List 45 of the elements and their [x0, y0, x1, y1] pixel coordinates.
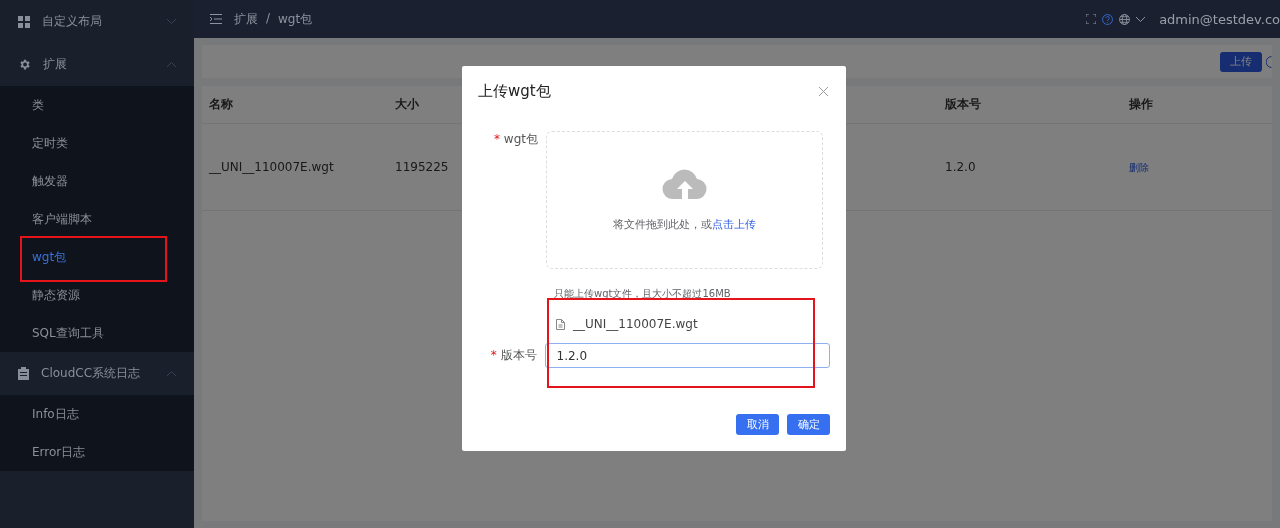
document-icon	[556, 318, 565, 330]
grid-icon	[18, 15, 30, 28]
dialog-title: 上传wgt包	[478, 82, 551, 101]
breadcrumb-item[interactable]: 扩展	[234, 10, 258, 28]
menu-item[interactable]: 静态资源	[0, 276, 194, 314]
fullscreen-icon[interactable]	[1086, 14, 1097, 24]
delete-link[interactable]: 删除	[1122, 161, 1149, 173]
dropzone-text: 将文件拖到此处，或点击上传	[613, 216, 756, 232]
field-label: * wgt包	[493, 131, 539, 148]
clipboard-icon	[18, 367, 29, 380]
menu-item[interactable]: 定时类	[0, 124, 194, 162]
column-header: 操作	[1128, 96, 1154, 113]
menu-item[interactable]: Info日志	[0, 395, 194, 433]
menu-item[interactable]: 触发器	[0, 162, 194, 200]
column-header: 大小	[394, 96, 420, 113]
field-label: * 版本号	[489, 347, 538, 364]
user-name[interactable]: admin@testdev.co	[1159, 11, 1280, 27]
column-header: 版本号	[944, 96, 982, 113]
gear-icon	[18, 58, 31, 71]
menu-item[interactable]: Error日志	[0, 433, 194, 471]
menu-item[interactable]: 类	[0, 86, 194, 124]
chevron-icon	[167, 371, 176, 376]
menu-item[interactable]: SQL查询工具	[0, 314, 194, 352]
chevron-icon[interactable]	[1136, 16, 1146, 22]
menu-item[interactable]: wgt包	[0, 238, 194, 276]
file-name: __UNI__110007E.wgt	[573, 317, 698, 331]
menu-fold-icon[interactable]	[210, 14, 222, 24]
chevron-icon	[167, 19, 176, 24]
chevron-icon	[167, 62, 176, 67]
upload-button[interactable]: 上传	[1220, 51, 1262, 72]
breadcrumb-item: wgt包	[278, 10, 313, 28]
column-header: 名称	[208, 96, 234, 113]
upload-dropzone[interactable]: 将文件拖到此处，或点击上传	[546, 131, 823, 269]
version-input[interactable]: 1.2.0	[544, 343, 830, 368]
close-icon	[818, 87, 828, 96]
upload-link[interactable]: 点击上传	[712, 217, 756, 231]
table-cell-text: 1.2.0	[944, 160, 977, 174]
close-button[interactable]	[816, 84, 830, 99]
confirm-button[interactable]: 确定	[787, 414, 830, 435]
table-cell-text: __UNI__110007E.wgt	[208, 160, 335, 174]
breadcrumb-separator: /	[266, 10, 271, 27]
menu-item[interactable]: 客户端脚本	[0, 200, 194, 238]
table-cell-text: 1195225	[394, 160, 450, 174]
globe-icon[interactable]	[1119, 13, 1131, 25]
cancel-button[interactable]: 取消	[736, 414, 779, 435]
